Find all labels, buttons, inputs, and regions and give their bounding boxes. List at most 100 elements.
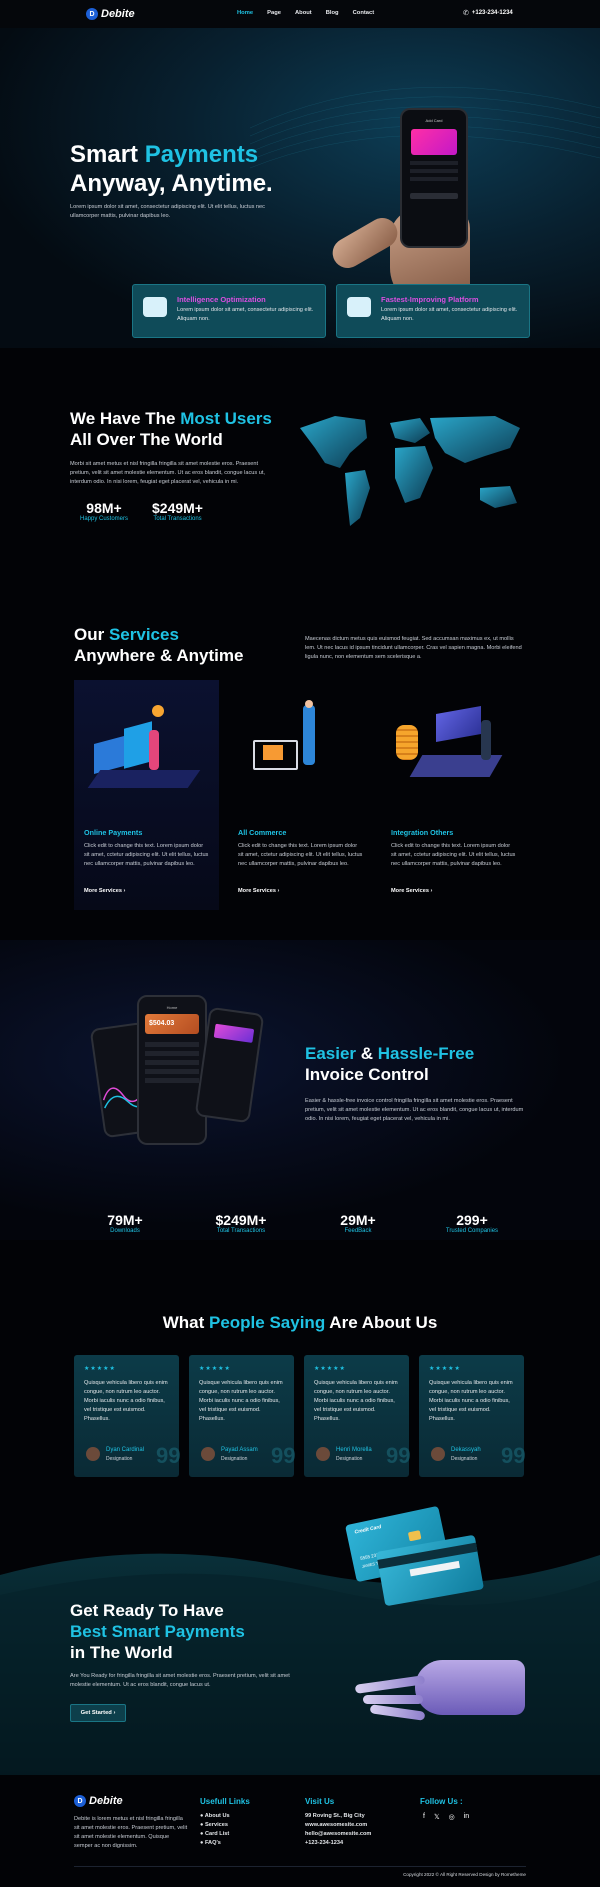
twitter-icon[interactable]: 𝕏 <box>434 1813 440 1821</box>
services-title-line2: Anywhere & Anytime <box>74 646 244 665</box>
upload-icon <box>347 297 371 317</box>
footer-link[interactable]: ● FAQ's <box>200 1839 230 1848</box>
testimonial-name: Henri Morella <box>336 1447 372 1453</box>
phone-list-row <box>145 1051 199 1056</box>
more-services-link[interactable]: More Services › <box>84 888 125 894</box>
footer-link[interactable]: ● About Us <box>200 1812 230 1821</box>
counter-label: Downloads <box>110 1228 140 1234</box>
nav-page[interactable]: Page <box>267 10 281 16</box>
nav-home[interactable]: Home <box>237 10 253 16</box>
testimonial-text: Quisque vehicula libero quis enim congue… <box>314 1380 398 1422</box>
linkedin-icon[interactable]: in <box>464 1813 469 1821</box>
shopping-cart-illustration <box>253 700 348 795</box>
footer-logo[interactable]: D Debite <box>74 1795 123 1807</box>
counter-label: FeedBack <box>344 1228 372 1234</box>
bag-shape <box>94 735 124 775</box>
cta-title-accent: Best Smart Payments <box>70 1622 245 1641</box>
cloud-icon <box>143 297 167 317</box>
testimonial-role: Designation <box>451 1456 478 1462</box>
phone-screen-title: Home <box>166 1005 178 1010</box>
testimonial-card: ★★★★★ Quisque vehicula libero quis enim … <box>304 1355 410 1477</box>
invoice-title-accent: Easier <box>305 1044 357 1063</box>
footer-address: 99 Roving St., Big City <box>305 1813 365 1819</box>
users-title-line2: All Over The World <box>70 430 223 449</box>
nav-contact[interactable]: Contact <box>353 10 375 16</box>
service-card-integration-others[interactable]: Integration Others Click edit to change … <box>381 680 526 910</box>
footer-link[interactable]: ● Card List <box>200 1830 230 1839</box>
chevron-right-icon: › <box>277 888 280 894</box>
nav-blog[interactable]: Blog <box>326 10 339 16</box>
testimonial-name: Dekassyah <box>451 1447 481 1453</box>
nav-menu: Home Page About Blog Contact <box>237 10 374 16</box>
testimonials-title-part: Are About Us <box>325 1313 438 1332</box>
testimonials-title-part: What <box>162 1313 209 1332</box>
world-map-illustration <box>300 416 520 526</box>
link-label: More Services <box>84 888 122 894</box>
coin-stack-shape <box>396 725 418 760</box>
footer-email-link[interactable]: hello@awesomesite.com <box>305 1830 371 1839</box>
feature-desc: Lorem ipsum dolor sit amet, consectetur … <box>381 307 518 322</box>
users-title-accent: Most Users <box>180 409 272 428</box>
phone-list-row <box>145 1060 199 1065</box>
testimonial-role: Designation <box>221 1456 248 1462</box>
rating-stars: ★★★★★ <box>314 1366 346 1372</box>
rating-stars: ★★★★★ <box>429 1366 461 1372</box>
card-signature-strip <box>409 1560 460 1577</box>
quote-icon: 99 <box>156 1443 181 1468</box>
users-title-part: We Have The <box>70 409 181 428</box>
shopping-bags-illustration <box>87 700 201 790</box>
service-card-online-payments[interactable]: Online Payments Click edit to change thi… <box>74 680 219 910</box>
footer-link[interactable]: ● Services <box>200 1821 230 1830</box>
footer-website-link[interactable]: www.awesomesite.com <box>305 1821 371 1830</box>
avatar <box>86 1447 100 1461</box>
footer-links-title: Usefull Links <box>200 1797 250 1806</box>
services-description: Maecenas dictum metus quis euismod feugi… <box>305 636 522 660</box>
phone-field <box>410 169 458 173</box>
robot-finger-shape <box>369 1704 426 1721</box>
more-services-link[interactable]: More Services › <box>391 888 432 894</box>
hero-section: Smart Payments Anyway, Anytime. Lorem ip… <box>0 28 600 348</box>
service-card-all-commerce[interactable]: All Commerce Click edit to change this t… <box>228 680 373 910</box>
footer-description: Debite is lorem metus et nisl fringilla … <box>74 1816 188 1849</box>
robot-palm-shape <box>415 1660 525 1715</box>
feature-desc: Lorem ipsum dolor sit amet, consectetur … <box>177 307 314 322</box>
testimonial-text: Quisque vehicula libero quis enim congue… <box>84 1380 168 1422</box>
services-title-accent: Services <box>108 625 179 644</box>
counter-number: 29M+ <box>340 1212 376 1228</box>
chevron-right-icon: › <box>430 888 433 894</box>
instagram-icon[interactable]: ◎ <box>449 1813 455 1821</box>
get-started-button[interactable]: Get Started › <box>70 1704 126 1722</box>
facebook-icon[interactable]: f <box>423 1813 425 1821</box>
cta-title-line1: Get Ready To Have <box>70 1601 224 1620</box>
circle-bullet-icon: ● <box>200 1840 204 1846</box>
more-services-link[interactable]: More Services › <box>238 888 279 894</box>
footer-phone[interactable]: +123-234-1234 <box>305 1839 371 1848</box>
stat-number: $249M+ <box>152 500 203 516</box>
services-title-part: Our <box>74 625 109 644</box>
hero-title-line2: Anyway, Anytime. <box>70 170 273 197</box>
users-description: Morbi sit amet metus et nisl fringilla f… <box>70 461 265 485</box>
footer-divider <box>74 1866 526 1867</box>
nav-about[interactable]: About <box>295 10 312 16</box>
stat-total-transactions: $249M+ Total Transactions <box>152 500 203 522</box>
hero-phone-illustration: Add Card <box>327 108 470 308</box>
link-label: About Us <box>204 1813 230 1819</box>
stat-label: Total Transactions <box>153 516 202 522</box>
phone-card-graphic <box>411 129 457 155</box>
users-title: We Have The Most Users All Over The Worl… <box>70 408 272 450</box>
invoice-description: Easier & hassle-free invoice control fri… <box>305 1098 524 1122</box>
brand-logo[interactable]: D Debite <box>86 8 135 20</box>
phone-screen-title: Add Card <box>425 118 443 123</box>
testimonial-card: ★★★★★ Quisque vehicula libero quis enim … <box>74 1355 181 1477</box>
invoice-title-part: & <box>356 1044 378 1063</box>
bag-shape <box>124 721 152 769</box>
counter-transactions: $249M+ Total Transactions <box>206 1212 276 1234</box>
quote-icon: 99 <box>271 1443 296 1468</box>
phone-list-row <box>145 1069 199 1074</box>
link-label: More Services <box>391 888 429 894</box>
robot-finger-shape <box>363 1695 423 1704</box>
header-phone[interactable]: ✆ +123-234-1234 <box>463 9 513 17</box>
person-shape <box>303 705 315 765</box>
circle-bullet-icon: ● <box>200 1822 204 1828</box>
card-shape <box>436 706 481 742</box>
